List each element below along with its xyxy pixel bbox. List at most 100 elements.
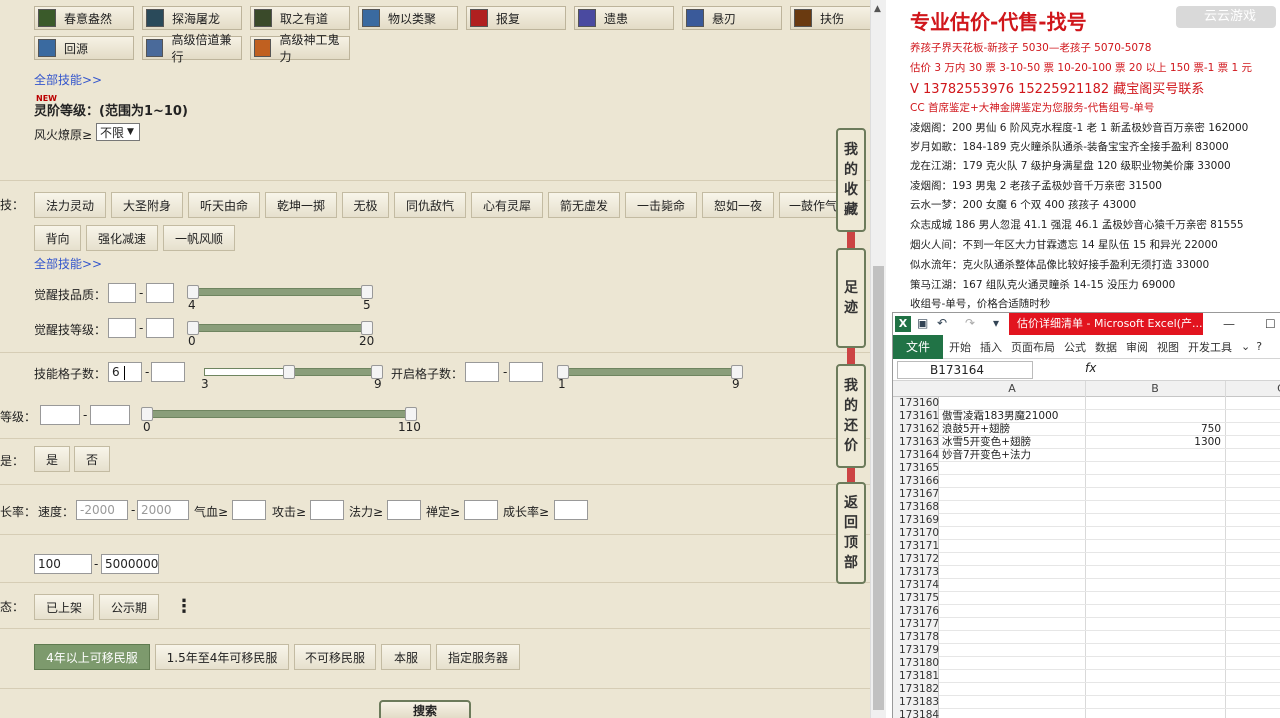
all-skills-link-2[interactable]: 全部技能>> [34,255,102,272]
cell-a[interactable]: 妙音7开变色+法力 [942,449,1031,462]
row-number[interactable]: 173182 [893,683,939,696]
skill-fushang[interactable]: 扶伤 [790,6,870,30]
skill-tanhai[interactable]: 探海屠龙 [142,6,242,30]
open-slots-min[interactable] [465,362,499,382]
minimize-icon[interactable]: — [1223,317,1235,331]
slider-handle-min[interactable] [187,321,199,335]
skill-yihuan[interactable]: 遗患 [574,6,674,30]
slider-handle-max[interactable] [361,285,373,299]
skill-slots-slider[interactable] [204,365,383,379]
skill-wuyi[interactable]: 物以类聚 [358,6,458,30]
row-number[interactable]: 173166 [893,475,939,488]
row-number[interactable]: 173172 [893,553,939,566]
row-number[interactable]: 173180 [893,657,939,670]
juexing-quality-max[interactable] [146,283,174,303]
row-number[interactable]: 173170 [893,527,939,540]
cell-b[interactable]: 750 [1087,423,1221,436]
table-row[interactable]: 173168 [893,501,1280,514]
row-number[interactable]: 173179 [893,644,939,657]
texiao-jianwu[interactable]: 箭无虚发 [548,192,620,218]
tab-review[interactable]: 审阅 [1126,339,1148,355]
row-number[interactable]: 173178 [893,631,939,644]
more-options-icon[interactable]: ⋮ [175,596,193,617]
fx-icon[interactable]: fx [1085,361,1096,375]
back-to-top-tab[interactable]: 返回顶部 [836,482,866,584]
table-row[interactable]: 173170 [893,527,1280,540]
table-row[interactable]: 173167 [893,488,1280,501]
table-row[interactable]: 173161 傲雪凌霜183男魔21000 [893,410,1280,423]
table-row[interactable]: 173176 [893,605,1280,618]
chanding-input[interactable] [464,500,498,520]
file-tab[interactable]: 文件 [893,334,943,359]
customize-qa-icon[interactable]: ▾ [993,316,999,330]
texiao-xinyou[interactable]: 心有灵犀 [471,192,543,218]
row-number[interactable]: 173173 [893,566,939,579]
row-number[interactable]: 173171 [893,540,939,553]
fenghuo-select[interactable]: 不限 ▼ [96,123,140,141]
cell-a[interactable]: 冰雪5开变色+翅膀 [942,436,1031,449]
slider-handle-min[interactable] [187,285,199,299]
footprint-tab[interactable]: 足迹 [836,248,866,348]
juexing-level-min[interactable] [108,318,136,338]
texiao-qianghua[interactable]: 强化减速 [86,225,158,251]
collapse-ribbon-icon[interactable]: ⌄ [1241,340,1250,353]
gongji-input[interactable] [310,500,344,520]
slider-handle-min[interactable] [283,365,295,379]
table-row[interactable]: 173172 [893,553,1280,566]
cell-b[interactable]: 1300 [1087,436,1221,449]
skill-baofu[interactable]: 报复 [466,6,566,30]
slider-handle-max[interactable] [361,321,373,335]
level-min[interactable] [40,405,80,425]
row-number[interactable]: 173163 [893,436,939,449]
skill-shengong[interactable]: 高级神工鬼力 [250,33,350,64]
open-slots-slider[interactable] [557,365,743,379]
status-public-button[interactable]: 公示期 [99,594,159,620]
texiao-yiji[interactable]: 一击毙命 [625,192,697,218]
search-button[interactable]: 搜索 [379,700,471,718]
texiao-dasheng[interactable]: 大圣附身 [111,192,183,218]
table-row[interactable]: 173174 [893,579,1280,592]
texiao-wuji[interactable]: 无极 [342,192,389,218]
juexing-level-max[interactable] [146,318,174,338]
row-number[interactable]: 173177 [893,618,939,631]
undo-icon[interactable]: ↶ [937,316,947,330]
redo-icon[interactable]: ↷ [965,316,975,330]
table-row[interactable]: 173175 [893,592,1280,605]
slider-handle-min[interactable] [141,407,153,421]
table-row[interactable]: 173171 [893,540,1280,553]
table-row[interactable]: 173160 [893,397,1280,410]
row-number[interactable]: 173161 [893,410,939,423]
tab-view[interactable]: 视图 [1157,339,1179,355]
row-number[interactable]: 173181 [893,670,939,683]
row-number[interactable]: 173184 [893,709,939,718]
skill-slots-min[interactable]: 6 [108,362,142,382]
speed-min-input[interactable]: -2000 [76,500,128,520]
juexing-quality-min[interactable] [108,283,136,303]
row-number[interactable]: 173174 [893,579,939,592]
col-header-c[interactable]: C [1271,382,1280,395]
row-number[interactable]: 173162 [893,423,939,436]
table-row[interactable]: 173183 [893,696,1280,709]
juexing-quality-slider[interactable] [187,285,373,299]
table-row[interactable]: 173177 [893,618,1280,631]
texiao-qiankun[interactable]: 乾坤一掷 [265,192,337,218]
speed-max-input[interactable]: 2000 [137,500,189,520]
table-row[interactable]: 173165 [893,462,1280,475]
row-number[interactable]: 173164 [893,449,939,462]
help-icon[interactable]: ? [1256,340,1262,353]
skill-slots-max[interactable] [151,362,185,382]
table-row[interactable]: 173173 [893,566,1280,579]
name-box[interactable]: B173164 [897,361,1033,379]
tab-home[interactable]: 开始 [949,339,971,355]
status-listed-button[interactable]: 已上架 [34,594,94,620]
tab-page-layout[interactable]: 页面布局 [1011,339,1055,355]
server-this-button[interactable]: 本服 [381,644,431,670]
qixue-input[interactable] [232,500,266,520]
table-row[interactable]: 173163 冰雪5开变色+翅膀 1300 [893,436,1280,449]
table-row[interactable]: 173182 [893,683,1280,696]
slider-handle-max[interactable] [405,407,417,421]
skill-chunyi[interactable]: 春意盎然 [34,6,134,30]
scroll-up-icon[interactable]: ▲ [874,4,881,14]
tab-data[interactable]: 数据 [1095,339,1117,355]
row-number[interactable]: 173183 [893,696,939,709]
